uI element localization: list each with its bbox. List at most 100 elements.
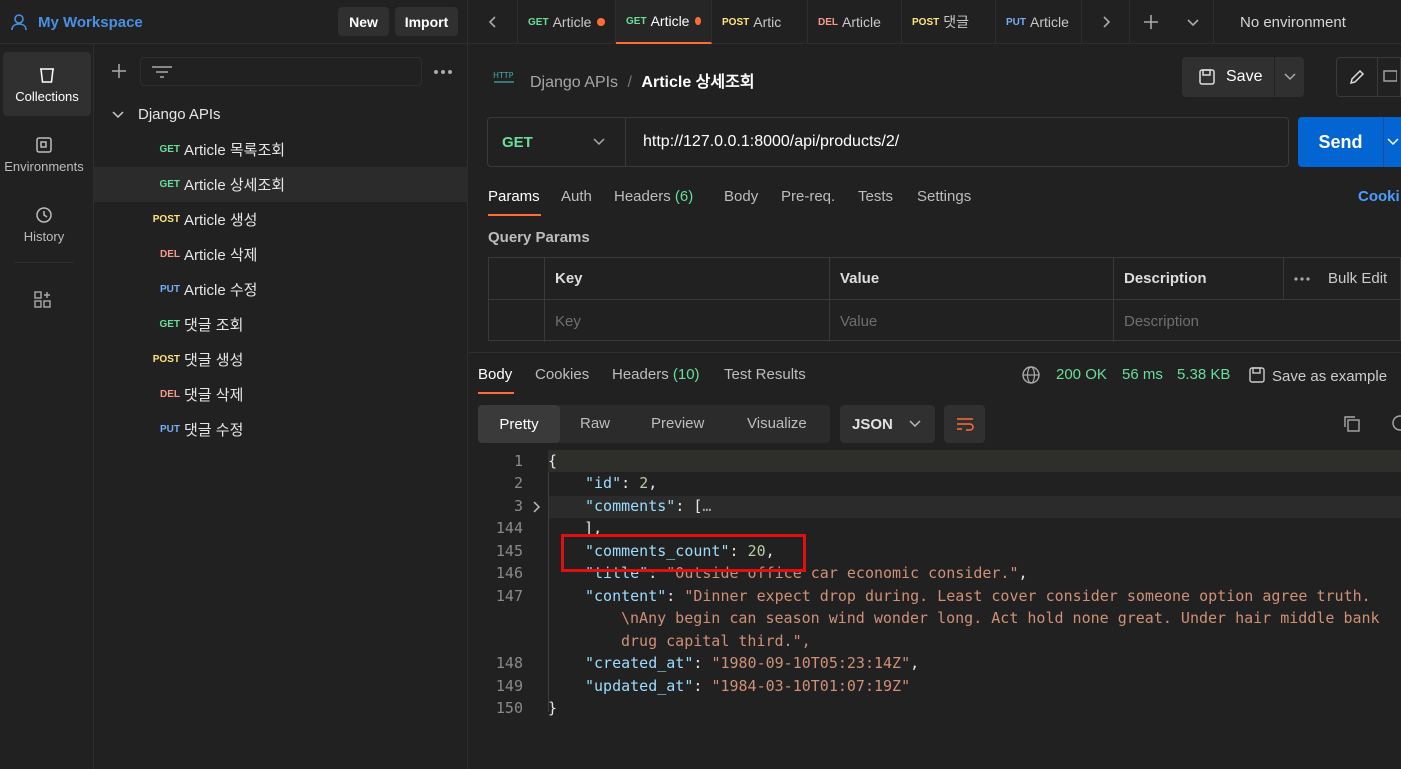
copy-icon[interactable]: [1342, 414, 1362, 434]
cookies-link[interactable]: Cooki: [1358, 188, 1400, 205]
request-tab[interactable]: POST Artic: [712, 0, 808, 44]
breadcrumb-parent[interactable]: Django APIs: [530, 74, 618, 91]
view-pretty[interactable]: Pretty: [478, 405, 560, 443]
tab-auth[interactable]: Auth: [561, 188, 592, 205]
collection-item[interactable]: POST Article 생성: [94, 202, 468, 237]
grid-checkbox-col: [489, 258, 545, 300]
more-options-icon: [1294, 276, 1310, 281]
save-icon: [1249, 367, 1265, 383]
tab-settings[interactable]: Settings: [917, 188, 971, 205]
url-bar: GET http://127.0.0.1:8000/api/products/2…: [487, 117, 1289, 167]
collection-item-active[interactable]: GET Article 상세조회: [94, 167, 468, 202]
rail-history[interactable]: History: [0, 192, 88, 256]
response-tab-body[interactable]: Body: [478, 366, 512, 383]
http-icon: HTTP: [493, 71, 514, 83]
plus-icon[interactable]: [1130, 0, 1172, 44]
response-tab-cookies[interactable]: Cookies: [535, 366, 589, 383]
chevron-down-icon[interactable]: [1383, 117, 1401, 167]
tab-body[interactable]: Body: [724, 188, 758, 205]
description-input[interactable]: Description: [1114, 300, 1401, 342]
tab-headers[interactable]: Headers (6): [614, 188, 693, 205]
plus-icon[interactable]: [108, 60, 130, 82]
collection-item[interactable]: DEL 댓글 삭제: [94, 377, 468, 412]
status-code[interactable]: 200 OK: [1056, 366, 1107, 383]
view-visualize[interactable]: Visualize: [747, 415, 807, 432]
collection-item[interactable]: PUT Article 수정: [94, 272, 468, 307]
comment-icon[interactable]: [1378, 57, 1401, 97]
response-tab-tests[interactable]: Test Results: [724, 366, 806, 383]
add-workspace-item-icon[interactable]: [28, 288, 58, 312]
active-tab-indicator: [478, 392, 514, 394]
workspace-name[interactable]: My Workspace: [38, 14, 143, 31]
view-preview[interactable]: Preview: [651, 415, 704, 432]
code-line: "created_at": "1980-09-10T05:23:14Z",: [585, 654, 920, 672]
request-tab[interactable]: DEL Article: [808, 0, 902, 44]
collection-folder[interactable]: Django APIs: [94, 97, 468, 132]
request-editor: HTTP Django APIs / Article 상세조회 Save GET…: [468, 44, 1401, 769]
collection-item[interactable]: POST 댓글 생성: [94, 342, 468, 377]
view-raw[interactable]: Raw: [580, 415, 610, 432]
code-line: \nAny begin can season wind wonder long.…: [621, 609, 1380, 627]
tab-prereq[interactable]: Pre-req.: [781, 188, 835, 205]
rail-collections[interactable]: Collections: [3, 52, 91, 116]
request-tab[interactable]: GET Article: [518, 0, 616, 44]
collections-sidebar: Django APIs GET Article 목록조회 GET Article 상…: [94, 44, 468, 769]
column-header-key: Key: [545, 258, 830, 300]
edit-icon[interactable]: [1336, 57, 1378, 97]
response-time[interactable]: 56 ms: [1122, 366, 1163, 383]
send-button[interactable]: Send: [1298, 117, 1383, 167]
method-select[interactable]: GET: [488, 118, 626, 166]
new-button[interactable]: New: [338, 7, 389, 36]
workspace-header: My Workspace New Import: [0, 0, 468, 44]
tab-params[interactable]: Params: [488, 188, 540, 205]
globe-icon[interactable]: [1021, 365, 1041, 385]
bulk-edit-button[interactable]: Bulk Edit: [1284, 258, 1401, 300]
code-line: {: [548, 452, 558, 470]
tab-tests[interactable]: Tests: [858, 188, 893, 205]
response-size[interactable]: 5.38 KB: [1177, 366, 1230, 383]
pane-divider: [468, 352, 1401, 353]
collection-item[interactable]: PUT 댓글 수정: [94, 412, 468, 447]
rail-environments[interactable]: Environments: [0, 122, 88, 186]
collection-item[interactable]: GET 댓글 조회: [94, 307, 468, 342]
save-button[interactable]: Save: [1182, 57, 1274, 97]
breadcrumb: Django APIs / Article 상세조회: [530, 74, 755, 91]
user-icon: [11, 14, 27, 31]
code-line: drug capital third.",: [621, 632, 811, 650]
search-icon[interactable]: [1390, 414, 1401, 434]
import-button[interactable]: Import: [395, 7, 458, 36]
save-as-example-button[interactable]: Save as example: [1248, 366, 1387, 385]
view-switcher: Pretty Raw Preview Visualize: [478, 405, 830, 443]
response-body[interactable]: 1{ 2 "id": 2, 3 "comments": [… 144 ], 145 "…: [468, 450, 1401, 740]
highlight-box: [561, 534, 806, 572]
request-tab[interactable]: POST 댓글: [902, 0, 996, 44]
collection-item[interactable]: GET Article 목록조회: [94, 132, 468, 167]
collection-item[interactable]: DEL Article 삭제: [94, 237, 468, 272]
environments-icon: [36, 136, 52, 153]
chevron-down-icon: [593, 138, 605, 146]
unsaved-dot-icon: [597, 18, 605, 26]
filter-icon: [152, 66, 172, 78]
column-header-description: Description: [1114, 258, 1284, 300]
filter-input[interactable]: [140, 57, 422, 86]
breadcrumb-current[interactable]: Article 상세조회: [641, 74, 754, 91]
chevron-right-icon[interactable]: [1082, 0, 1130, 44]
format-select[interactable]: JSON: [840, 405, 935, 443]
value-input[interactable]: Value: [830, 300, 1114, 342]
key-input[interactable]: Key: [545, 300, 830, 342]
request-tab-active[interactable]: GET Article: [616, 0, 712, 44]
wrap-lines-icon[interactable]: [944, 405, 985, 443]
code-line: "comments": […: [585, 497, 712, 515]
code-line: }: [548, 699, 558, 717]
environment-selector[interactable]: No environment: [1214, 14, 1346, 31]
response-tab-headers[interactable]: Headers (10): [612, 366, 700, 383]
grid-checkbox-cell: [489, 300, 545, 342]
more-options-icon[interactable]: [432, 62, 454, 82]
folded-ellipsis[interactable]: …: [702, 497, 711, 515]
query-params-title: Query Params: [488, 229, 590, 246]
chevron-left-icon[interactable]: [468, 0, 518, 44]
url-input[interactable]: http://127.0.0.1:8000/api/products/2/: [643, 133, 899, 151]
chevron-down-icon[interactable]: [1275, 57, 1304, 97]
request-tab[interactable]: PUT Article: [996, 0, 1082, 44]
chevron-down-icon[interactable]: [1172, 0, 1214, 44]
